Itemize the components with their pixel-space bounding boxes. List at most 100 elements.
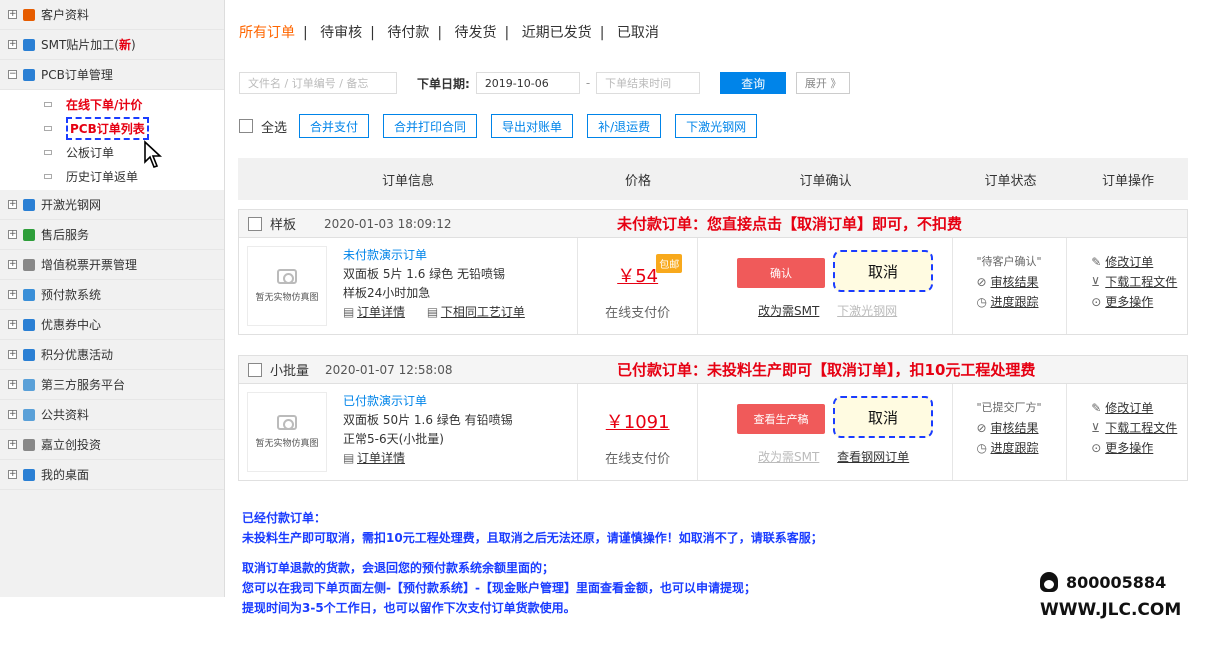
price-cell: ￥1091 在线支付价 [578, 384, 699, 480]
expand-icon[interactable]: + [8, 260, 17, 269]
product-thumbnail: 暂无实物仿真图 [247, 246, 327, 326]
select-all-checkbox[interactable] [239, 119, 253, 133]
order-notice: 未付款订单：您直接点击【取消订单】即可，不扣费 [617, 215, 963, 233]
sidebar-item-customer[interactable]: + 客户资料 [0, 0, 224, 30]
order-type: 样板 [270, 218, 297, 233]
select-all-label: 全选 [261, 120, 288, 136]
order-detail-link[interactable]: 订单详情 [357, 451, 405, 465]
header-confirm: 订单确认 [799, 173, 852, 189]
points-promo-icon [23, 348, 35, 361]
order-body: 暂无实物仿真图 已付款演示订单 双面板 50片 1.6 绿色 有铅喷锡 正常5-… [239, 384, 1187, 480]
edit-order-link[interactable]: 修改订单 [1105, 255, 1153, 269]
sidebar-item-after-sales[interactable]: + 售后服务 [0, 220, 224, 250]
sidebar-item-public-info[interactable]: + 公共资料 [0, 400, 224, 430]
reorder-link[interactable]: 下相同工艺订单 [441, 305, 525, 319]
collapse-icon[interactable]: − [8, 70, 17, 79]
expand-icon[interactable]: + [8, 440, 17, 449]
copy-order-icon: ▤ [426, 305, 439, 319]
sidebar-item-vat-invoice[interactable]: + 增值税票开票管理 [0, 250, 224, 280]
merge-print-contract-button[interactable]: 合并打印合同 [383, 114, 478, 138]
expand-icon[interactable]: + [8, 470, 17, 479]
clock-icon: ◷ [976, 295, 987, 309]
order-info: 未付款演示订单 双面板 5片 1.6 绿色 无铅喷锡 样板24小时加急 ▤ 订单详… [343, 246, 525, 322]
order-notice: 已付款订单：未投料生产即可【取消订单】，扣10元工程处理费 [617, 361, 1036, 379]
expand-icon[interactable]: + [8, 320, 17, 329]
order-stencil-link[interactable]: 下激光钢网 [837, 304, 897, 318]
sidebar-item-investment[interactable]: + 嘉立创投资 [0, 430, 224, 460]
confirm-cell: 查看生产稿 取消 改为需SMT 查看钢网订单 [698, 384, 953, 480]
order-checkbox[interactable] [248, 362, 262, 377]
order-stencil-button[interactable]: 下激光钢网 [675, 114, 758, 138]
camera-icon [277, 269, 297, 284]
query-button[interactable]: 查询 [720, 72, 787, 94]
sidebar-item-coupon-center[interactable]: + 优惠券中心 [0, 310, 224, 340]
sidebar-item-label: 嘉立创投资 [41, 438, 102, 452]
audit-result-link[interactable]: 审核结果 [991, 275, 1039, 289]
change-to-smt-link[interactable]: 改为需SMT [758, 304, 819, 318]
more-actions-link[interactable]: 更多操作 [1105, 295, 1153, 309]
sidebar-subitem-public-board[interactable]: 公板订单 [0, 140, 224, 164]
order-checkbox[interactable] [248, 216, 262, 231]
expand-icon[interactable]: + [8, 40, 17, 49]
sidebar-submenu: 在线下单/计价 PCB订单列表 公板订单 历史订单返单 [0, 90, 224, 190]
sidebar-item-label: 客户资料 [41, 8, 90, 22]
progress-link[interactable]: 进度跟踪 [991, 295, 1039, 309]
subitem-label: 历史订单返单 [66, 169, 139, 184]
download-files-link[interactable]: 下载工程文件 [1105, 275, 1177, 289]
search-input[interactable]: 文件名 / 订单编号 / 备忘 [239, 72, 397, 94]
after-sales-icon [23, 228, 35, 241]
sidebar-item-label: SMT贴片加工( [41, 38, 119, 52]
export-statement-button[interactable]: 导出对账单 [491, 114, 574, 138]
date-start-input[interactable]: 2019-10-06 [475, 72, 580, 94]
sidebar-item-points-promo[interactable]: + 积分优惠活动 [0, 340, 224, 370]
order-detail-link[interactable]: 订单详情 [357, 305, 405, 319]
doc-icon [44, 173, 52, 179]
merge-pay-button[interactable]: 合并支付 [299, 114, 370, 138]
tab-cancelled[interactable]: 已取消 [617, 25, 659, 41]
more-actions-link[interactable]: 更多操作 [1105, 441, 1153, 455]
expand-icon[interactable]: + [8, 230, 17, 239]
tab-pending-review[interactable]: 待审核 [320, 25, 362, 41]
sidebar-item-third-party[interactable]: + 第三方服务平台 [0, 370, 224, 400]
tab-all[interactable]: 所有订单 [239, 25, 295, 41]
expand-icon[interactable]: + [8, 410, 17, 419]
expand-icon[interactable]: + [8, 200, 17, 209]
status-text: "待客户确认" [976, 255, 1042, 268]
shipping-adjust-button[interactable]: 补/退运费 [587, 114, 662, 138]
change-to-smt-link[interactable]: 改为需SMT [758, 450, 819, 464]
progress-link[interactable]: 进度跟踪 [991, 441, 1039, 455]
sidebar-item-my-desktop[interactable]: + 我的桌面 [0, 460, 224, 490]
order-spec: 双面板 50片 1.6 绿色 有铅喷锡 [343, 413, 513, 427]
expand-icon[interactable]: + [8, 290, 17, 299]
expand-icon[interactable]: + [8, 350, 17, 359]
expand-button[interactable]: 展开 》 [796, 72, 851, 94]
cancel-order-button[interactable]: 取消 [833, 396, 934, 438]
audit-result-link[interactable]: 审核结果 [991, 421, 1039, 435]
expand-icon[interactable]: + [8, 380, 17, 389]
sidebar-subitem-history[interactable]: 历史订单返单 [0, 164, 224, 188]
view-stencil-order-link[interactable]: 查看钢网订单 [837, 450, 909, 464]
confirm-button[interactable]: 确认 [737, 258, 826, 288]
view-production-button[interactable]: 查看生产稿 [737, 404, 826, 434]
sidebar-subitem-pcb-list[interactable]: PCB订单列表 [0, 116, 224, 140]
date-end-input[interactable]: 下单结束时间 [596, 72, 701, 94]
order-price[interactable]: ￥1091 [578, 408, 697, 434]
sidebar-item-smt[interactable]: + SMT贴片加工(新) [0, 30, 224, 60]
tab-pending-payment[interactable]: 待付款 [387, 25, 429, 41]
thumbnail-text: 暂无实物仿真图 [255, 439, 319, 449]
tab-pending-shipment[interactable]: 待发货 [455, 25, 497, 41]
sidebar-item-pcb-orders[interactable]: − PCB订单管理 [0, 60, 224, 90]
stencil-icon [23, 198, 35, 211]
new-badge: 新 [118, 38, 131, 52]
sidebar-item-prepayment[interactable]: + 预付款系统 [0, 280, 224, 310]
edit-order-link[interactable]: 修改订单 [1105, 401, 1153, 415]
sidebar-item-stencil[interactable]: + 开激光钢网 [0, 190, 224, 220]
cancel-order-button[interactable]: 取消 [833, 250, 934, 292]
sidebar-subitem-online-order[interactable]: 在线下单/计价 [0, 92, 224, 116]
tab-recently-shipped[interactable]: 近期已发货 [522, 25, 592, 41]
check-circle-icon: ⊘ [976, 275, 987, 289]
download-files-link[interactable]: 下载工程文件 [1105, 421, 1177, 435]
sidebar-item-label: 优惠券中心 [41, 318, 102, 332]
status-cell: "待客户确认" ⊘ 审核结果 ◷ 进度跟踪 [953, 238, 1068, 334]
expand-icon[interactable]: + [8, 10, 17, 19]
